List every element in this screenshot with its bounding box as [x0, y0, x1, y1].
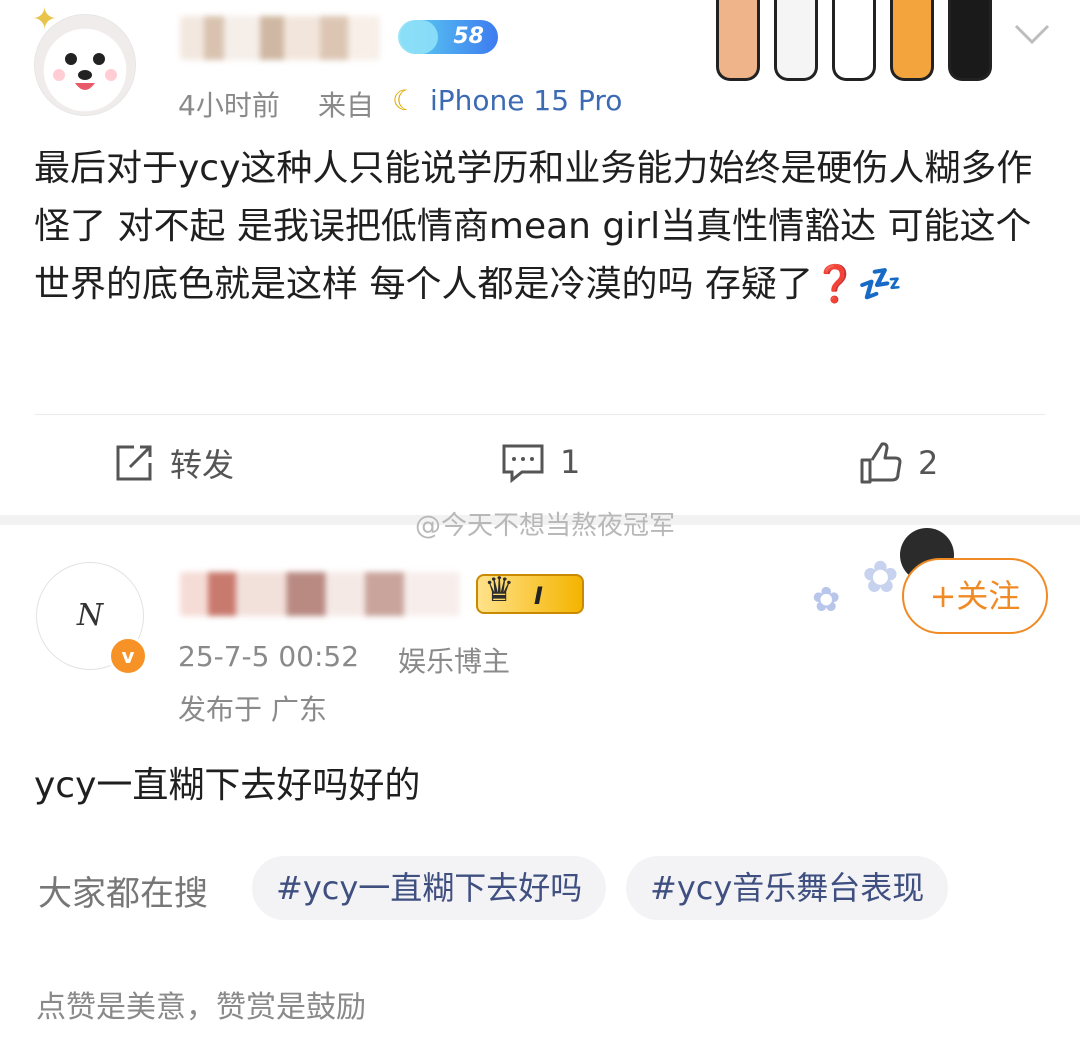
- flower-decor-icon: ✿: [812, 580, 841, 620]
- like-count: 2: [918, 444, 939, 482]
- paw-sticker-icon: [948, 0, 992, 81]
- paw-sticker-icon: [890, 0, 934, 81]
- repost-button[interactable]: 转发: [112, 440, 234, 486]
- post-time: 4小时前: [178, 89, 280, 122]
- repost-label: 转发: [170, 446, 235, 484]
- moon-icon: ☾: [392, 84, 418, 117]
- flower-decor-icon: ✿: [862, 552, 899, 603]
- comment-button[interactable]: 1: [500, 440, 580, 484]
- sparkle-decor-icon: ✦: [32, 2, 58, 37]
- chevron-down-icon[interactable]: [1010, 20, 1054, 54]
- username-blurred[interactable]: [180, 572, 460, 616]
- divider: [34, 414, 1046, 415]
- comment-count: 1: [560, 443, 581, 481]
- like-button[interactable]: 2: [858, 440, 938, 486]
- like-icon: [860, 442, 902, 484]
- user-role: 娱乐博主: [398, 645, 511, 678]
- paw-sticker-icon: [832, 0, 876, 81]
- post-body: 最后对于ycy这种人只能说学历和业务能力始终是硬伤人糊多作怪了 对不起 是我误把…: [34, 148, 1033, 305]
- crown-icon: ♛: [484, 570, 515, 610]
- username-blurred[interactable]: [180, 16, 380, 60]
- reward-note: 点赞是美意，赞赏是鼓励: [36, 990, 366, 1025]
- follow-button[interactable]: +关注: [902, 558, 1048, 634]
- repost-icon: [116, 445, 152, 481]
- paw-sticker-icon: [716, 0, 760, 81]
- verified-badge-icon: v: [108, 636, 148, 676]
- trending-label: 大家都在搜: [38, 874, 208, 914]
- trending-chip[interactable]: #ycy音乐舞台表现: [626, 856, 949, 920]
- post-time: 25-7-5 00:52: [178, 640, 360, 673]
- trending-chip[interactable]: #ycy一直糊下去好吗: [252, 856, 607, 920]
- vip-cloud-icon: [398, 20, 438, 54]
- source-device[interactable]: iPhone 15 Pro: [430, 84, 622, 117]
- paw-stickers: [716, 0, 992, 81]
- post-location: 发布于 广东: [178, 693, 327, 726]
- comment-icon: [502, 444, 544, 484]
- post-body: ycy一直糊下去好吗好的: [34, 765, 421, 806]
- paw-sticker-icon: [774, 0, 818, 81]
- watermark: @今天不想当熬夜冠军: [415, 511, 676, 541]
- source-prefix: 来自: [318, 89, 375, 122]
